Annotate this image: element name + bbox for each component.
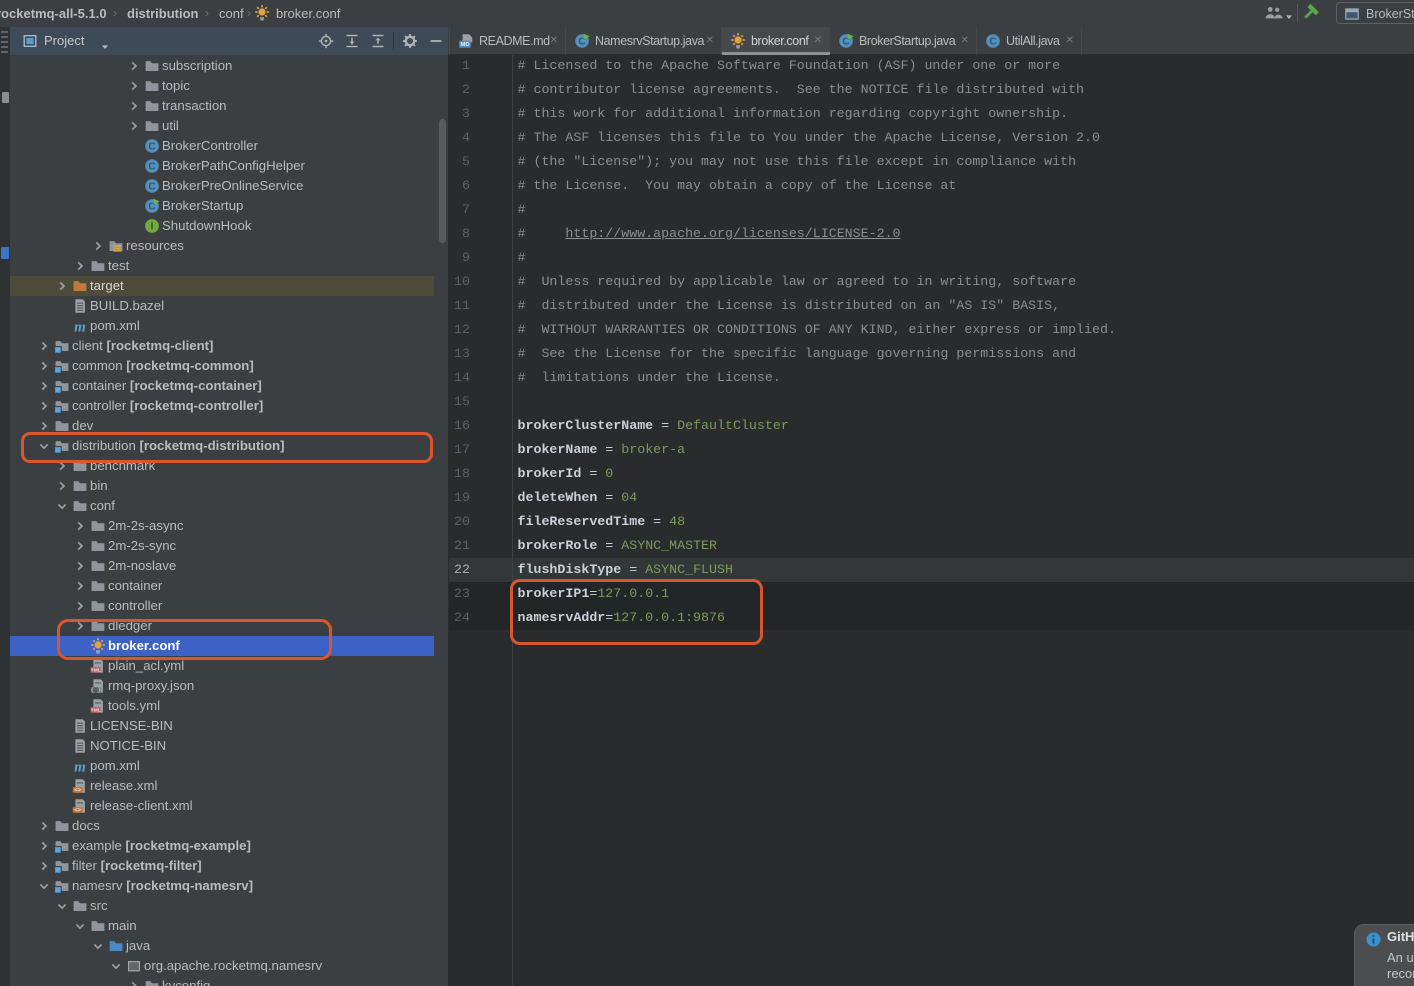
svg-text:C: C <box>148 162 155 173</box>
svg-text:m: m <box>74 760 86 775</box>
svg-text:MD: MD <box>460 42 469 48</box>
svg-text:YML: YML <box>91 707 101 713</box>
svg-text:C: C <box>148 182 155 193</box>
svg-text:C: C <box>148 142 155 153</box>
svg-text:YML: YML <box>91 667 101 673</box>
svg-text:<>: <> <box>74 788 81 794</box>
svg-text:<>: <> <box>74 808 81 814</box>
svg-text:I: I <box>151 222 154 233</box>
svg-text:m: m <box>74 320 86 335</box>
svg-text:C: C <box>989 37 996 48</box>
svg-text:{ }: { } <box>91 687 101 694</box>
